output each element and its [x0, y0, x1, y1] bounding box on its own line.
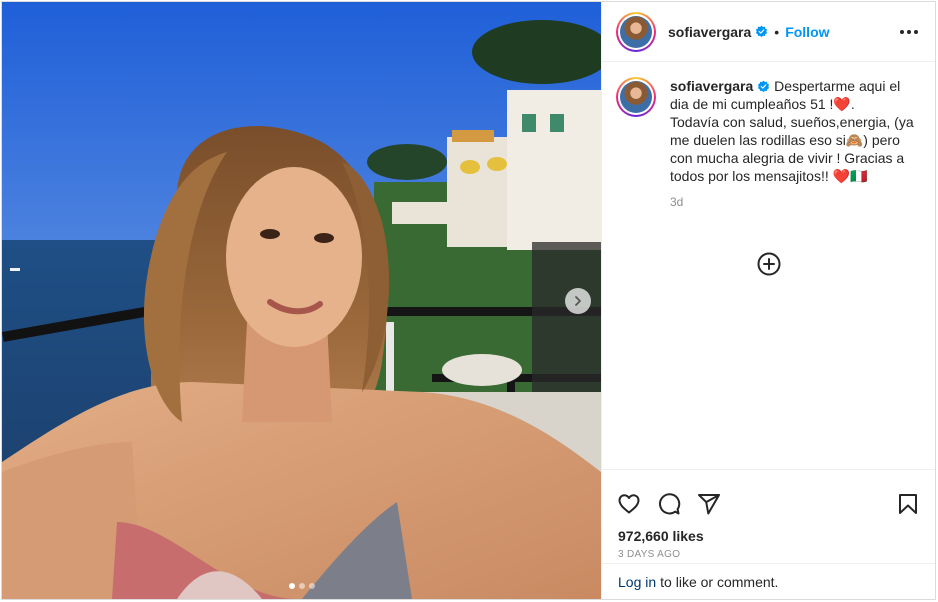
avatar-image [620, 15, 652, 48]
selfie-photo [2, 2, 601, 599]
follow-button[interactable]: Follow [785, 24, 829, 40]
load-more-comments-button[interactable] [756, 251, 782, 277]
share-icon [698, 494, 720, 515]
separator-dot: • [774, 23, 780, 40]
verified-badge-icon [758, 80, 770, 93]
likes-count[interactable]: 972,660 likes [602, 524, 935, 544]
share-button[interactable] [696, 491, 722, 517]
more-options-button[interactable] [897, 20, 921, 44]
avatar-image [620, 81, 652, 113]
caption-username[interactable]: sofiavergara [670, 78, 753, 94]
carousel-indicator [2, 583, 601, 589]
carousel-dot [308, 583, 315, 589]
post-dialog: sofiavergara • Follow sofiavergara Despe… [1, 1, 936, 600]
comments-area: sofiavergara Despertarme aqui el dia de … [602, 63, 935, 468]
save-button[interactable] [895, 491, 921, 517]
post-date[interactable]: 3 DAYS AGO [602, 544, 935, 560]
add-circle-icon [757, 252, 781, 276]
next-photo-button[interactable] [565, 288, 591, 314]
more-options-icon [900, 29, 918, 34]
carousel-dot [288, 583, 295, 589]
post-photo[interactable] [2, 2, 601, 599]
post-side-panel: sofiavergara • Follow sofiavergara Despe… [601, 2, 935, 599]
caption: sofiavergara Despertarme aqui el dia de … [616, 77, 921, 211]
post-actions: 972,660 likes 3 DAYS AGO Log in to like … [602, 469, 935, 599]
post-header: sofiavergara • Follow [602, 2, 935, 62]
heart-icon [618, 494, 640, 514]
login-link[interactable]: Log in [618, 574, 656, 590]
caption-time[interactable]: 3d [670, 193, 920, 211]
like-button[interactable] [616, 491, 642, 517]
login-prompt-text: to like or comment. [660, 573, 779, 590]
verified-badge-icon [756, 25, 768, 38]
chevron-right-icon [575, 296, 581, 306]
login-prompt: Log in to like or comment. [602, 563, 935, 599]
carousel-dot [298, 583, 305, 589]
bookmark-icon [899, 494, 917, 514]
caption-avatar[interactable] [616, 77, 656, 117]
comment-icon [659, 493, 681, 515]
header-username[interactable]: sofiavergara [668, 24, 751, 40]
comment-button[interactable] [656, 491, 682, 517]
avatar[interactable] [616, 11, 656, 52]
